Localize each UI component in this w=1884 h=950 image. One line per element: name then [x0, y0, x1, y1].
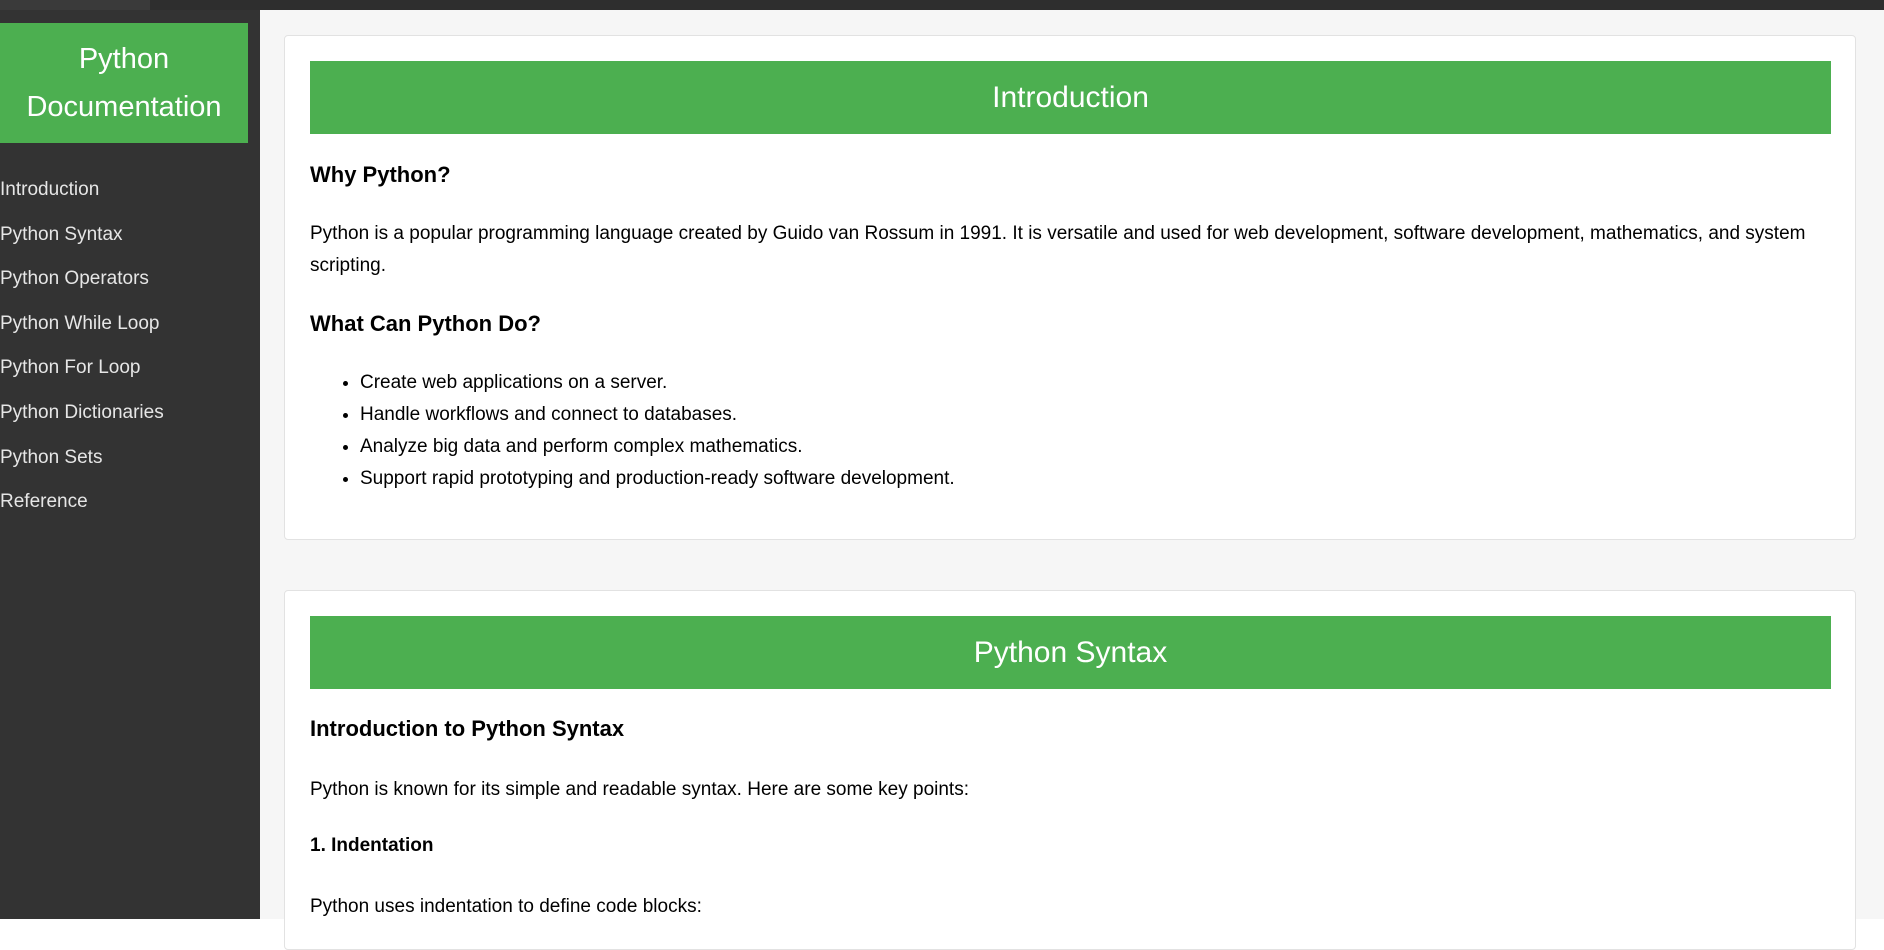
section-heading: What Can Python Do?	[310, 311, 541, 336]
sidebar-item-python-for-loop[interactable]: Python For Loop	[0, 346, 164, 391]
list-item: Create web applications on a server.	[360, 367, 955, 399]
section-title: Introduction	[310, 61, 1831, 134]
sidebar-title-text: Python Documentation	[26, 43, 222, 123]
list-item: Analyze big data and perform complex mat…	[360, 431, 955, 463]
sidebar-item-python-dictionaries[interactable]: Python Dictionaries	[0, 391, 164, 436]
sidebar-item-python-syntax[interactable]: Python Syntax	[0, 213, 164, 258]
sidebar-item-introduction[interactable]: Introduction	[0, 168, 164, 213]
list-item: Support rapid prototyping and production…	[360, 463, 955, 495]
sidebar-title: Python Documentation	[0, 23, 248, 143]
section-paragraph: Python is a popular programming language…	[310, 223, 1806, 276]
section-subheading: 1. Indentation	[310, 835, 434, 856]
section-title: Python Syntax	[310, 616, 1831, 689]
sidebar-item-python-operators[interactable]: Python Operators	[0, 257, 164, 302]
section-paragraph: Python is known for its simple and reada…	[310, 779, 969, 800]
horizontal-scrollbar[interactable]	[150, 0, 1884, 10]
window-top-bar	[0, 0, 1884, 10]
sidebar-item-python-sets[interactable]: Python Sets	[0, 436, 164, 481]
section-paragraph: Python uses indentation to define code b…	[310, 896, 702, 917]
sidebar-item-python-while-loop[interactable]: Python While Loop	[0, 302, 164, 347]
main-content: Introduction Why Python? Python is a pop…	[260, 10, 1884, 950]
section-heading: Introduction to Python Syntax	[310, 716, 625, 741]
feature-list: Create web applications on a server. Han…	[310, 367, 955, 495]
section-python-syntax: Python Syntax Introduction to Python Syn…	[284, 590, 1856, 950]
list-item: Handle workflows and connect to database…	[360, 399, 955, 431]
sidebar-item-reference[interactable]: Reference	[0, 480, 164, 525]
section-introduction: Introduction Why Python? Python is a pop…	[284, 35, 1856, 540]
section-heading: Why Python?	[310, 162, 451, 187]
sidebar: Python Documentation Introduction Python…	[0, 10, 260, 919]
sidebar-nav: Introduction Python Syntax Python Operat…	[0, 168, 164, 525]
